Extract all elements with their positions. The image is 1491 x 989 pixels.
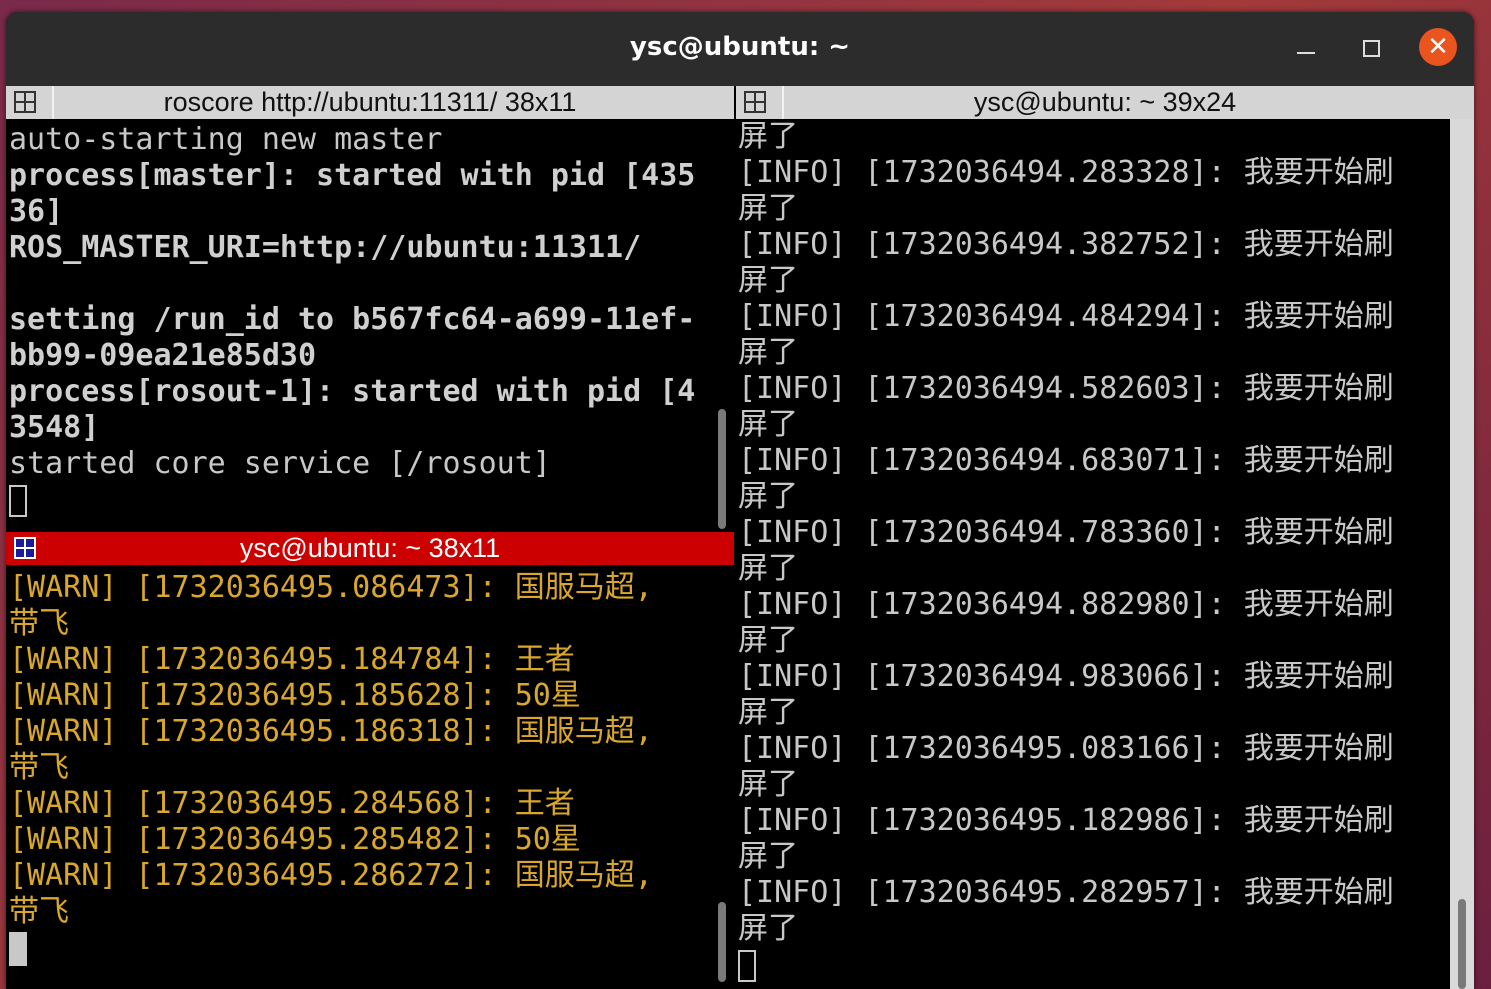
- terminal-line: [INFO] [1732036494.283328]: 我要开始刷: [738, 155, 1394, 190]
- terminal-line: 屏了: [738, 191, 798, 226]
- terminal-line: [INFO] [1732036494.683071]: 我要开始刷: [738, 443, 1394, 478]
- terminal-line: [INFO] [1732036495.282957]: 我要开始刷: [738, 875, 1394, 910]
- terminal-line: 屏了: [738, 767, 798, 802]
- terminal-line: 屏了: [738, 119, 798, 154]
- cursor-block: [9, 484, 27, 517]
- terminal-line: 屏了: [738, 551, 798, 586]
- terminal-line: [WARN] [1732036495.185628]: 50星: [9, 678, 581, 713]
- terminal-line: 屏了: [738, 839, 798, 874]
- terminal-line: [INFO] [1732036494.983066]: 我要开始刷: [738, 659, 1394, 694]
- scrollbar-thumb[interactable]: [1458, 899, 1466, 989]
- terminal-grid-icon[interactable]: [14, 91, 36, 113]
- close-icon: ✕: [1427, 32, 1449, 62]
- terminal-line: 带飞: [9, 894, 69, 929]
- maximize-button[interactable]: [1353, 30, 1389, 66]
- terminal-line: 屏了: [738, 911, 798, 946]
- terminal-cursor-line: [738, 947, 1450, 983]
- window-titlebar[interactable]: ysc@ubuntu: ~ ✕: [6, 12, 1474, 86]
- terminal-line: 带飞: [9, 606, 69, 641]
- terminal-line: 3548]: [9, 410, 100, 445]
- terminal-pane-info[interactable]: ysc@ubuntu: ~ 39x24 屏了 [INFO] [1732036494…: [736, 86, 1474, 989]
- terminal-line: 屏了: [738, 479, 798, 514]
- terminal-pane-warn[interactable]: ysc@ubuntu: ~ 38x11 [WARN] [1732036495.0…: [6, 532, 734, 989]
- terminal-line: [INFO] [1732036494.882980]: 我要开始刷: [738, 587, 1394, 622]
- scrollbar-info[interactable]: [1450, 119, 1474, 989]
- terminal-line: [WARN] [1732036495.186318]: 国服马超,: [9, 714, 653, 749]
- pane-title-warn: ysc@ubuntu: ~ 38x11: [239, 533, 501, 563]
- terminal-grid-icon[interactable]: [14, 537, 36, 559]
- terminal-line: [INFO] [1732036494.783360]: 我要开始刷: [738, 515, 1394, 550]
- terminal-line: process[rosout-1]: started with pid [4: [9, 374, 696, 409]
- pane-header-info[interactable]: ysc@ubuntu: ~ 39x24: [736, 86, 1474, 119]
- pane-header-roscore[interactable]: roscore http://ubuntu:11311/ 38x11: [6, 86, 734, 119]
- header-separator: [52, 86, 54, 119]
- terminal-line: process[master]: started with pid [435: [9, 158, 696, 193]
- terminal-line: [INFO] [1732036495.182986]: 我要开始刷: [738, 803, 1394, 838]
- scrollbar-roscore[interactable]: [712, 119, 732, 532]
- terminal-line: 屏了: [738, 623, 798, 658]
- terminal-grid-icon[interactable]: [744, 91, 766, 113]
- terminal-line: setting /run_id to b567fc64-a699-11ef-: [9, 302, 696, 337]
- window-title: ysc@ubuntu: ~: [629, 32, 851, 62]
- terminal-line: [INFO] [1732036494.582603]: 我要开始刷: [738, 371, 1394, 406]
- terminal-line: [INFO] [1732036495.083166]: 我要开始刷: [738, 731, 1394, 766]
- terminal-line: 屏了: [738, 695, 798, 730]
- terminal-line: auto-starting new master: [9, 122, 443, 157]
- scrollbar-warn[interactable]: [712, 567, 732, 989]
- cursor-block: [738, 949, 756, 982]
- terminal-line: bb99-09ea21e85d30: [9, 338, 317, 373]
- terminator-window: ysc@ubuntu: ~ ✕ roscore http://ubuntu:11…: [6, 12, 1474, 989]
- terminal-line: 屏了: [738, 335, 798, 370]
- terminal-output-warn[interactable]: [WARN] [1732036495.086473]: 国服马超, 带飞 [WARN…: [9, 570, 710, 989]
- pane-header-warn[interactable]: ysc@ubuntu: ~ 38x11: [6, 532, 734, 565]
- terminal-line: 带飞: [9, 750, 69, 785]
- terminal-line: [WARN] [1732036495.285482]: 50星: [9, 822, 581, 857]
- minimize-button[interactable]: [1288, 30, 1324, 66]
- terminal-line: 屏了: [738, 407, 798, 442]
- terminal-line: [INFO] [1732036494.484294]: 我要开始刷: [738, 299, 1394, 334]
- pane-title-info: ysc@ubuntu: ~ 39x24: [973, 87, 1237, 117]
- terminal-line: [INFO] [1732036494.382752]: 我要开始刷: [738, 227, 1394, 262]
- terminal-line: [WARN] [1732036495.284568]: 王者: [9, 786, 575, 821]
- close-button[interactable]: ✕: [1419, 28, 1457, 66]
- terminal-line: 屏了: [738, 263, 798, 298]
- terminal-pane-roscore[interactable]: roscore http://ubuntu:11311/ 38x11 auto-…: [6, 86, 734, 532]
- terminal-output-info[interactable]: 屏了 [INFO] [1732036494.283328]: 我要开始刷 屏了 [IN…: [738, 119, 1450, 989]
- terminal-line: [WARN] [1732036495.086473]: 国服马超,: [9, 570, 653, 605]
- scrollbar-thumb[interactable]: [718, 409, 726, 529]
- terminal-line: [WARN] [1732036495.184784]: 王者: [9, 642, 575, 677]
- scrollbar-thumb[interactable]: [718, 902, 726, 982]
- terminal-line: [WARN] [1732036495.286272]: 国服马超,: [9, 858, 653, 893]
- terminal-line: ROS_MASTER_URI=http://ubuntu:11311/: [9, 230, 642, 265]
- terminal-cursor-line: [9, 930, 710, 966]
- pane-title-roscore: roscore http://ubuntu:11311/ 38x11: [163, 87, 577, 117]
- terminal-output-roscore[interactable]: auto-starting new master process[master]:…: [9, 122, 710, 532]
- cursor-block: [9, 931, 27, 966]
- terminal-line: 36]: [9, 194, 64, 229]
- header-separator: [782, 86, 784, 119]
- terminal-cursor-line: [9, 482, 710, 518]
- terminal-line: started core service [/rosout]: [9, 446, 551, 481]
